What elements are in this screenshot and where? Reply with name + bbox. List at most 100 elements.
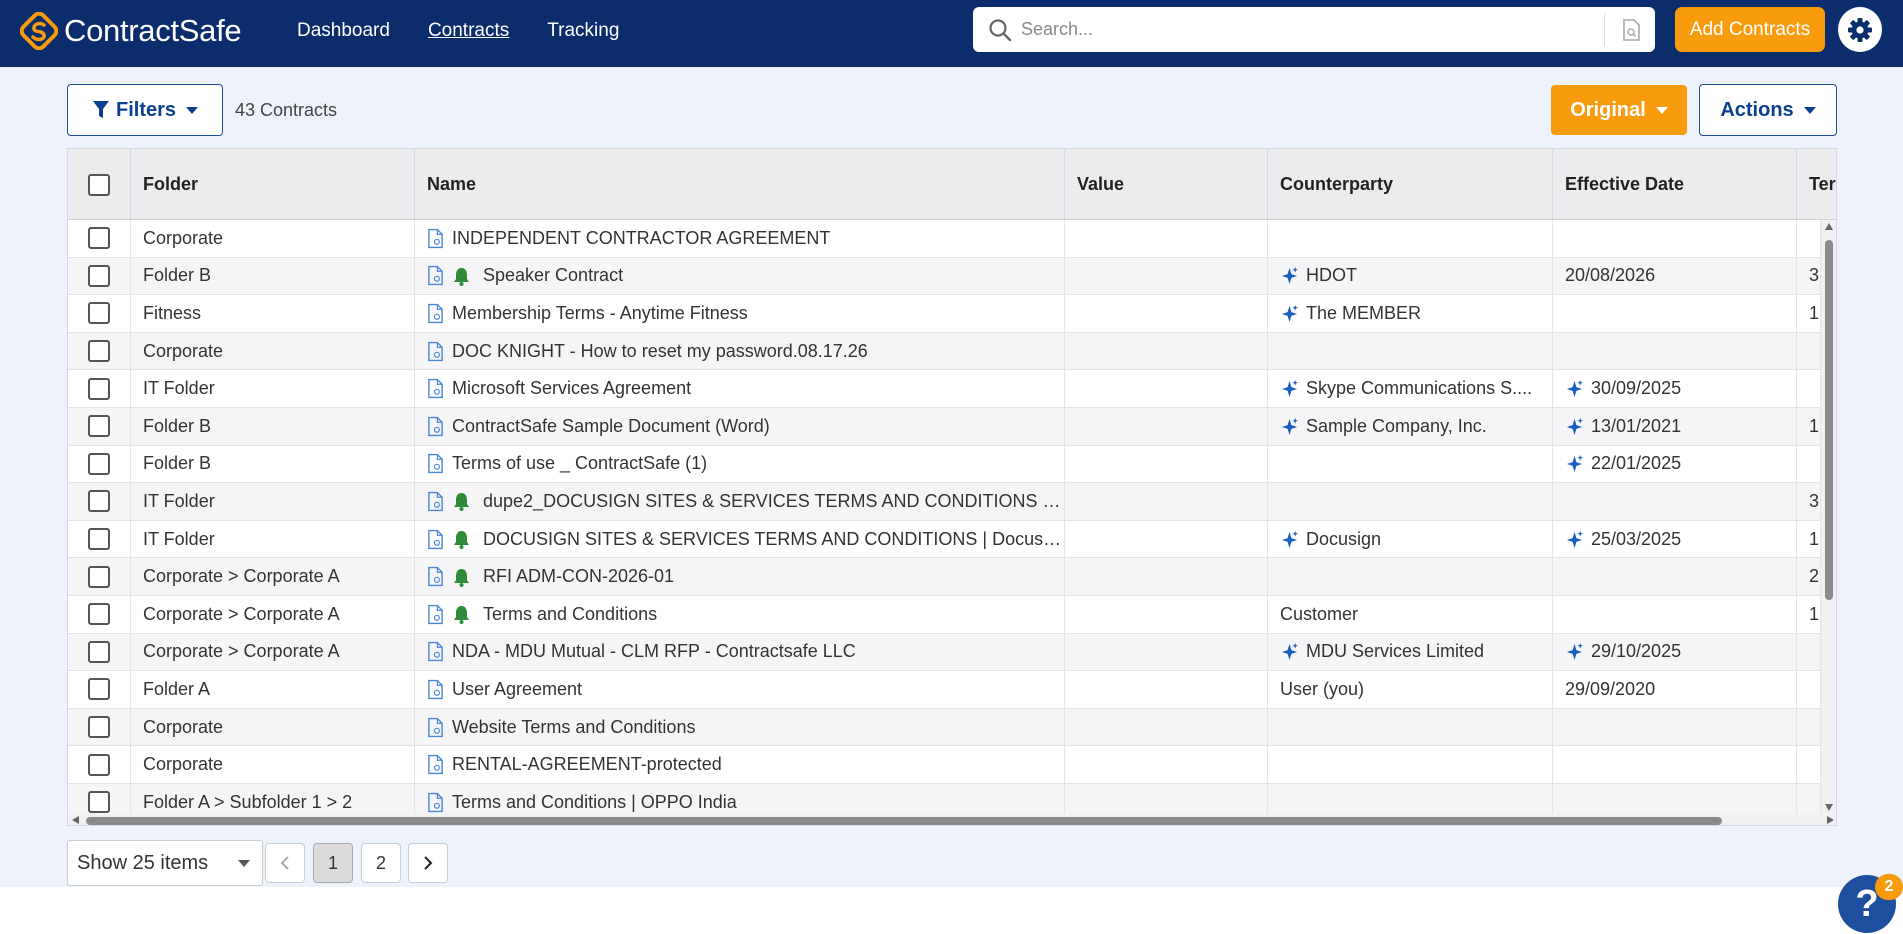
- nav-contracts[interactable]: Contracts: [428, 20, 509, 42]
- column-header-effective-date[interactable]: Effective Date: [1553, 149, 1797, 220]
- row-checkbox[interactable]: [88, 415, 110, 438]
- counterparty-text: The MEMBER: [1306, 302, 1422, 323]
- table-row[interactable]: Folder B ContractSafe Sample Document (Wo…: [68, 408, 1821, 446]
- cell-name[interactable]: ContractSafe Sample Document (Word): [415, 408, 1065, 445]
- cell-counterparty: [1268, 483, 1553, 520]
- folder-text: Folder B: [143, 415, 212, 436]
- select-all-checkbox[interactable]: [88, 173, 110, 196]
- scroll-left-arrow[interactable]: [72, 816, 79, 824]
- column-header-value[interactable]: Value: [1065, 149, 1268, 220]
- row-checkbox[interactable]: [88, 791, 110, 814]
- cell-term: [1797, 445, 1821, 483]
- scroll-up-arrow[interactable]: [1825, 223, 1833, 230]
- cell-name[interactable]: Microsoft Services Agreement: [415, 370, 1065, 407]
- row-checkbox[interactable]: [88, 603, 110, 626]
- table-row[interactable]: IT Folder DOCUSIGN SITES & SERVICES TERMS…: [68, 520, 1821, 559]
- cell-name[interactable]: dupe2_DOCUSIGN SITES & SERVICES TERMS AN…: [415, 483, 1065, 520]
- original-view-button[interactable]: Original: [1551, 85, 1687, 135]
- settings-button[interactable]: [1838, 7, 1882, 52]
- scroll-right-arrow[interactable]: [1827, 816, 1834, 824]
- row-checkbox[interactable]: [88, 716, 110, 739]
- table-row[interactable]: Folder A > Subfolder 1 > 2 Terms and Cond…: [68, 784, 1821, 814]
- page-button-2[interactable]: 2: [361, 843, 401, 883]
- chevron-down-icon: [186, 106, 199, 114]
- cell-name[interactable]: RENTAL-AGREEMENT-protected: [415, 746, 1065, 783]
- cell-name[interactable]: Terms and Conditions | OPPO India: [415, 784, 1065, 814]
- top-nav-bar: ContractSafe Dashboard Contracts Trackin…: [0, 0, 1903, 67]
- table-row[interactable]: Folder B Speaker Contract HDOT 20/08/2026 3(: [68, 257, 1821, 296]
- row-checkbox[interactable]: [88, 753, 110, 776]
- cell-name[interactable]: DOC KNIGHT - How to reset my password.08…: [415, 332, 1065, 370]
- cell-counterparty: Docusign: [1268, 520, 1553, 558]
- cell-term: 2(: [1797, 558, 1821, 595]
- table-row[interactable]: Corporate > Corporate A NDA - MDU Mutual …: [68, 633, 1821, 672]
- row-checkbox[interactable]: [88, 340, 110, 363]
- cell-name[interactable]: Website Terms and Conditions: [415, 708, 1065, 746]
- actions-button[interactable]: Actions: [1699, 84, 1837, 136]
- cell-name[interactable]: RFI ADM-CON-2026-01: [415, 558, 1065, 595]
- add-contracts-button[interactable]: Add Contracts: [1675, 7, 1825, 52]
- cell-name[interactable]: DOCUSIGN SITES & SERVICES TERMS AND COND…: [415, 520, 1065, 558]
- prev-page-button[interactable]: [265, 843, 305, 883]
- cell-name[interactable]: Membership Terms - Anytime Fitness: [415, 295, 1065, 332]
- cell-name[interactable]: Speaker Contract: [415, 257, 1065, 295]
- cell-value: [1065, 483, 1268, 520]
- column-header-counterparty[interactable]: Counterparty: [1268, 149, 1553, 220]
- horizontal-scrollbar[interactable]: [68, 814, 1836, 825]
- folder-text: Folder B: [143, 265, 212, 286]
- nav-dashboard[interactable]: Dashboard: [297, 20, 390, 42]
- folder-text: Corporate > Corporate A: [143, 603, 340, 624]
- table-row[interactable]: Corporate > Corporate A Terms and Conditi…: [68, 596, 1821, 634]
- row-checkbox[interactable]: [88, 640, 110, 663]
- logo[interactable]: ContractSafe: [20, 12, 242, 50]
- row-checkbox[interactable]: [88, 227, 110, 250]
- column-header-term[interactable]: Ter: [1797, 149, 1836, 220]
- page-button-1[interactable]: 1: [313, 843, 353, 883]
- cell-date: 29/10/2025: [1553, 633, 1797, 671]
- page-size-select[interactable]: Show 25 items: [67, 840, 263, 886]
- vertical-scrollbar[interactable]: [1821, 220, 1836, 814]
- row-checkbox[interactable]: [88, 528, 110, 551]
- cell-name[interactable]: Terms and Conditions: [415, 596, 1065, 633]
- table-row[interactable]: Fitness Membership Terms - Anytime Fitnes…: [68, 295, 1821, 333]
- vertical-scroll-thumb[interactable]: [1825, 240, 1833, 600]
- table-row[interactable]: IT Folder dupe2_DOCUSIGN SITES & SERVICES…: [68, 483, 1821, 521]
- table-row[interactable]: Folder A User Agreement User (you) 29/09/20…: [68, 671, 1821, 709]
- scroll-down-arrow[interactable]: [1825, 804, 1833, 811]
- nav-tracking[interactable]: Tracking: [547, 20, 619, 42]
- counterparty-text: Docusign: [1306, 528, 1382, 549]
- next-page-button[interactable]: [408, 843, 448, 883]
- brand-name: ContractSafe: [64, 13, 242, 48]
- cell-name[interactable]: Terms of use _ ContractSafe (1): [415, 445, 1065, 483]
- folder-text: IT Folder: [143, 378, 215, 399]
- cell-name[interactable]: User Agreement: [415, 671, 1065, 708]
- row-checkbox[interactable]: [88, 490, 110, 513]
- table-row[interactable]: Corporate DOC KNIGHT - How to reset my pa…: [68, 332, 1821, 371]
- document-search-icon[interactable]: [1621, 19, 1641, 41]
- row-checkbox[interactable]: [88, 377, 110, 400]
- column-header-folder[interactable]: Folder: [131, 149, 415, 220]
- cell-folder: IT Folder: [131, 370, 415, 407]
- row-checkbox[interactable]: [88, 452, 110, 475]
- table-row[interactable]: Corporate RENTAL-AGREEMENT-protected: [68, 746, 1821, 784]
- row-checkbox[interactable]: [88, 302, 110, 325]
- row-checkbox[interactable]: [88, 264, 110, 287]
- horizontal-scroll-thumb[interactable]: [86, 817, 1722, 825]
- cell-folder: Folder A > Subfolder 1 > 2: [131, 784, 415, 814]
- folder-text: Corporate: [143, 340, 224, 361]
- cell-name[interactable]: INDEPENDENT CONTRACTOR AGREEMENT: [415, 220, 1065, 257]
- cell-name[interactable]: NDA - MDU Mutual - CLM RFP - Contractsaf…: [415, 633, 1065, 671]
- search-input[interactable]: [1021, 19, 1581, 40]
- table-row[interactable]: IT Folder Microsoft Services Agreement Sky…: [68, 370, 1821, 408]
- cell-value: [1065, 332, 1268, 370]
- document-icon: [428, 228, 443, 248]
- cell-date: [1553, 332, 1797, 370]
- table-row[interactable]: Corporate INDEPENDENT CONTRACTOR AGREEMEN…: [68, 220, 1821, 258]
- table-row[interactable]: Folder B Terms of use _ ContractSafe (1) 2…: [68, 445, 1821, 484]
- row-checkbox[interactable]: [88, 678, 110, 701]
- table-row[interactable]: Corporate Website Terms and Conditions: [68, 708, 1821, 747]
- row-checkbox[interactable]: [88, 565, 110, 588]
- table-row[interactable]: Corporate > Corporate A RFI ADM-CON-2026-…: [68, 558, 1821, 596]
- column-header-name[interactable]: Name: [415, 149, 1065, 220]
- filters-button[interactable]: Filters: [67, 84, 223, 136]
